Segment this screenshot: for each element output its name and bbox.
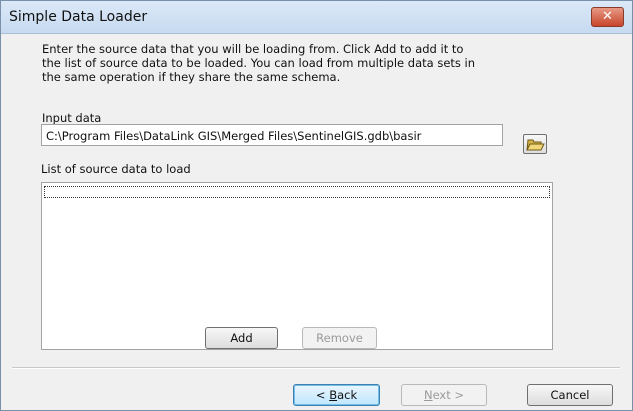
- add-button[interactable]: Add: [205, 327, 278, 349]
- window-title: Simple Data Loader: [9, 9, 148, 25]
- browse-button[interactable]: [523, 134, 547, 154]
- folder-open-icon: [526, 139, 545, 151]
- source-list-label: List of source data to load: [41, 162, 191, 176]
- back-button-rest: ack: [337, 388, 358, 402]
- instructions-text: Enter the source data that you will be l…: [42, 42, 582, 84]
- input-data-label: Input data: [42, 111, 102, 125]
- instructions-line-1: Enter the source data that you will be l…: [42, 42, 464, 56]
- remove-button[interactable]: Remove: [302, 327, 377, 349]
- source-data-list[interactable]: [41, 182, 553, 350]
- close-button[interactable]: ✕: [591, 7, 624, 27]
- cancel-button[interactable]: Cancel: [527, 384, 613, 406]
- title-bar: Simple Data Loader ✕: [1, 1, 632, 34]
- instructions-line-2: the list of source data to be loaded. Yo…: [42, 56, 476, 70]
- back-button-mnemonic: B: [329, 388, 338, 402]
- input-data-field[interactable]: C:\Program Files\DataLink GIS\Merged Fil…: [41, 124, 503, 146]
- next-button[interactable]: Next >: [401, 384, 487, 406]
- next-button-mnemonic: N: [423, 388, 433, 402]
- back-button-prefix: <: [315, 388, 330, 402]
- instructions-line-3: the same operation if they share the sam…: [42, 70, 341, 84]
- simple-data-loader-dialog: Simple Data Loader ✕ Enter the source da…: [0, 0, 633, 411]
- dialog-content: Enter the source data that you will be l…: [1, 34, 632, 410]
- button-divider: [12, 367, 620, 369]
- back-button[interactable]: < Back: [293, 384, 380, 406]
- next-button-rest: ext >: [432, 388, 465, 402]
- close-icon: ✕: [602, 9, 613, 24]
- list-focus-row[interactable]: [44, 186, 550, 198]
